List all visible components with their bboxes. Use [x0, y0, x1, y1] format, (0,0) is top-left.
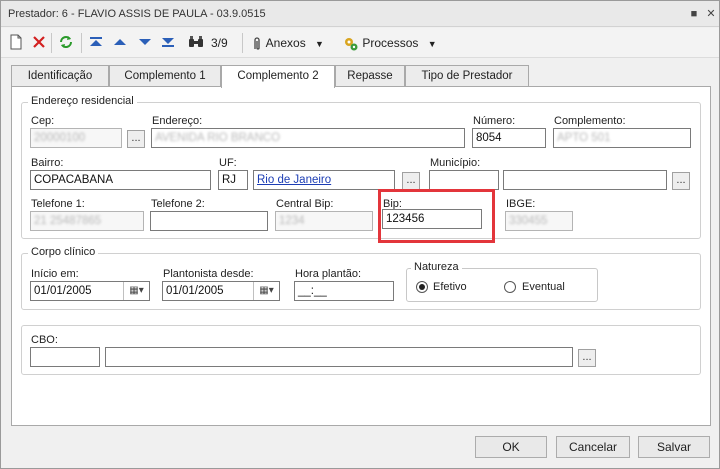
- paperclip-icon: [254, 37, 260, 50]
- tab-repasse[interactable]: Repasse: [335, 65, 405, 87]
- bairro-field[interactable]: COPACABANA: [30, 170, 211, 190]
- telefone2-label: Telefone 2:: [151, 198, 205, 210]
- uf-label: UF:: [219, 157, 237, 169]
- window-title: Prestador: 6 - FLAVIO ASSIS DE PAULA - 0…: [8, 8, 266, 20]
- processos-label: Processos: [362, 36, 419, 50]
- calendar-icon[interactable]: ▦▾: [253, 282, 279, 300]
- municipio-search-button[interactable]: ...: [672, 172, 690, 190]
- cep-field[interactable]: 20000100: [30, 128, 122, 148]
- hora-field[interactable]: __:__: [294, 281, 394, 301]
- cbo-label: CBO:: [31, 334, 58, 346]
- cbo-code-field[interactable]: [30, 347, 100, 367]
- ibge-value: 330455: [509, 215, 548, 227]
- numero-field[interactable]: 8054: [472, 128, 546, 148]
- efetivo-label[interactable]: Efetivo: [433, 281, 467, 293]
- centralbip-field[interactable]: 1234: [275, 211, 373, 231]
- first-record-icon[interactable]: [89, 34, 103, 52]
- complemento-field[interactable]: APTO 501: [553, 128, 691, 148]
- toolbar-separator: [51, 33, 52, 53]
- municipio-code-field[interactable]: [429, 170, 499, 190]
- gears-icon: [345, 37, 358, 51]
- tab-tipo-de-prestador[interactable]: Tipo de Prestador: [405, 65, 529, 87]
- anexos-label: Anexos: [265, 36, 306, 50]
- ok-button[interactable]: OK: [475, 436, 547, 458]
- delete-icon[interactable]: [32, 34, 46, 52]
- cidade-link[interactable]: Rio de Janeiro: [257, 174, 331, 186]
- telefone1-field[interactable]: 21 25487865: [30, 211, 144, 231]
- bairro-label: Bairro:: [31, 157, 64, 169]
- endereco-label: Endereço:: [152, 115, 203, 127]
- cep-value: 20000100: [34, 132, 86, 144]
- close-icon[interactable]: ✕: [704, 7, 718, 21]
- telefone1-label: Telefone 1:: [31, 198, 85, 210]
- natureza-legend: Natureza: [411, 261, 462, 273]
- record-position: 3/9: [211, 36, 228, 50]
- anexos-dropdown[interactable]: Anexos ▼: [251, 34, 333, 52]
- cep-search-button[interactable]: ...: [127, 130, 145, 148]
- cancel-button[interactable]: Cancelar: [556, 436, 630, 458]
- ibge-label: IBGE:: [506, 198, 536, 210]
- inicio-label: Início em:: [31, 268, 79, 280]
- plantonista-date-field[interactable]: 01/01/2005 ▦▾: [162, 281, 280, 301]
- toolbar-separator: [242, 33, 243, 53]
- eventual-radio[interactable]: [504, 281, 516, 293]
- tab-identificacao[interactable]: Identificação: [11, 65, 109, 87]
- cidade-search-button[interactable]: ...: [402, 172, 420, 190]
- processos-dropdown[interactable]: Processos ▼: [343, 34, 441, 52]
- endereco-value: AVENIDA RIO BRANCO: [155, 132, 281, 144]
- efetivo-radio[interactable]: [416, 281, 428, 293]
- endereco-field[interactable]: AVENIDA RIO BRANCO: [151, 128, 465, 148]
- last-record-icon[interactable]: [161, 34, 175, 52]
- toolbar-separator: [81, 33, 82, 53]
- telefone2-field[interactable]: [150, 211, 268, 231]
- complemento-value: APTO 501: [557, 132, 611, 144]
- hora-label: Hora plantão:: [295, 268, 362, 280]
- plantonista-value: 01/01/2005: [166, 285, 224, 297]
- cbo-description-field[interactable]: [105, 347, 573, 367]
- binoculars-icon[interactable]: [188, 34, 204, 52]
- municipio-label: Município:: [430, 157, 481, 169]
- inicio-date-field[interactable]: 01/01/2005 ▦▾: [30, 281, 150, 301]
- ibge-field[interactable]: 330455: [505, 211, 573, 231]
- centralbip-value: 1234: [279, 215, 305, 227]
- title-bar: Prestador: 6 - FLAVIO ASSIS DE PAULA - 0…: [1, 1, 719, 27]
- pin-icon[interactable]: ■: [687, 7, 701, 21]
- tab-complemento-1[interactable]: Complemento 1: [109, 65, 221, 87]
- chevron-down-icon: ▼: [315, 39, 324, 49]
- bip-highlight-box: [378, 189, 495, 243]
- municipio-name-field[interactable]: [503, 170, 667, 190]
- endereco-legend: Endereço residencial: [28, 95, 137, 107]
- next-record-icon[interactable]: [138, 34, 152, 52]
- cbo-search-button[interactable]: ...: [578, 349, 596, 367]
- tab-complemento-2[interactable]: Complemento 2: [221, 65, 335, 88]
- cidade-field[interactable]: Rio de Janeiro: [253, 170, 395, 190]
- inicio-value: 01/01/2005: [34, 285, 92, 297]
- eventual-label[interactable]: Eventual: [522, 281, 565, 293]
- corpo-clinico-legend: Corpo clínico: [28, 246, 99, 258]
- uf-field[interactable]: RJ: [218, 170, 248, 190]
- centralbip-label: Central Bip:: [276, 198, 334, 210]
- toolbar: 3/9 Anexos ▼ Processos ▼: [1, 28, 719, 58]
- new-document-icon[interactable]: [9, 34, 23, 52]
- tab-panel: Endereço residencial Cep: 20000100 ... E…: [11, 86, 711, 426]
- calendar-icon[interactable]: ▦▾: [123, 282, 149, 300]
- chevron-down-icon: ▼: [427, 39, 437, 49]
- plantonista-label: Plantonista desde:: [163, 268, 254, 280]
- dialog-window: Prestador: 6 - FLAVIO ASSIS DE PAULA - 0…: [0, 0, 720, 469]
- previous-record-icon[interactable]: [113, 34, 127, 52]
- numero-label: Número:: [473, 115, 516, 127]
- save-button[interactable]: Salvar: [638, 436, 710, 458]
- refresh-icon[interactable]: [58, 34, 74, 52]
- cep-label: Cep:: [31, 115, 55, 127]
- telefone1-value: 21 25487865: [34, 215, 102, 227]
- complemento-label: Complemento:: [554, 115, 626, 127]
